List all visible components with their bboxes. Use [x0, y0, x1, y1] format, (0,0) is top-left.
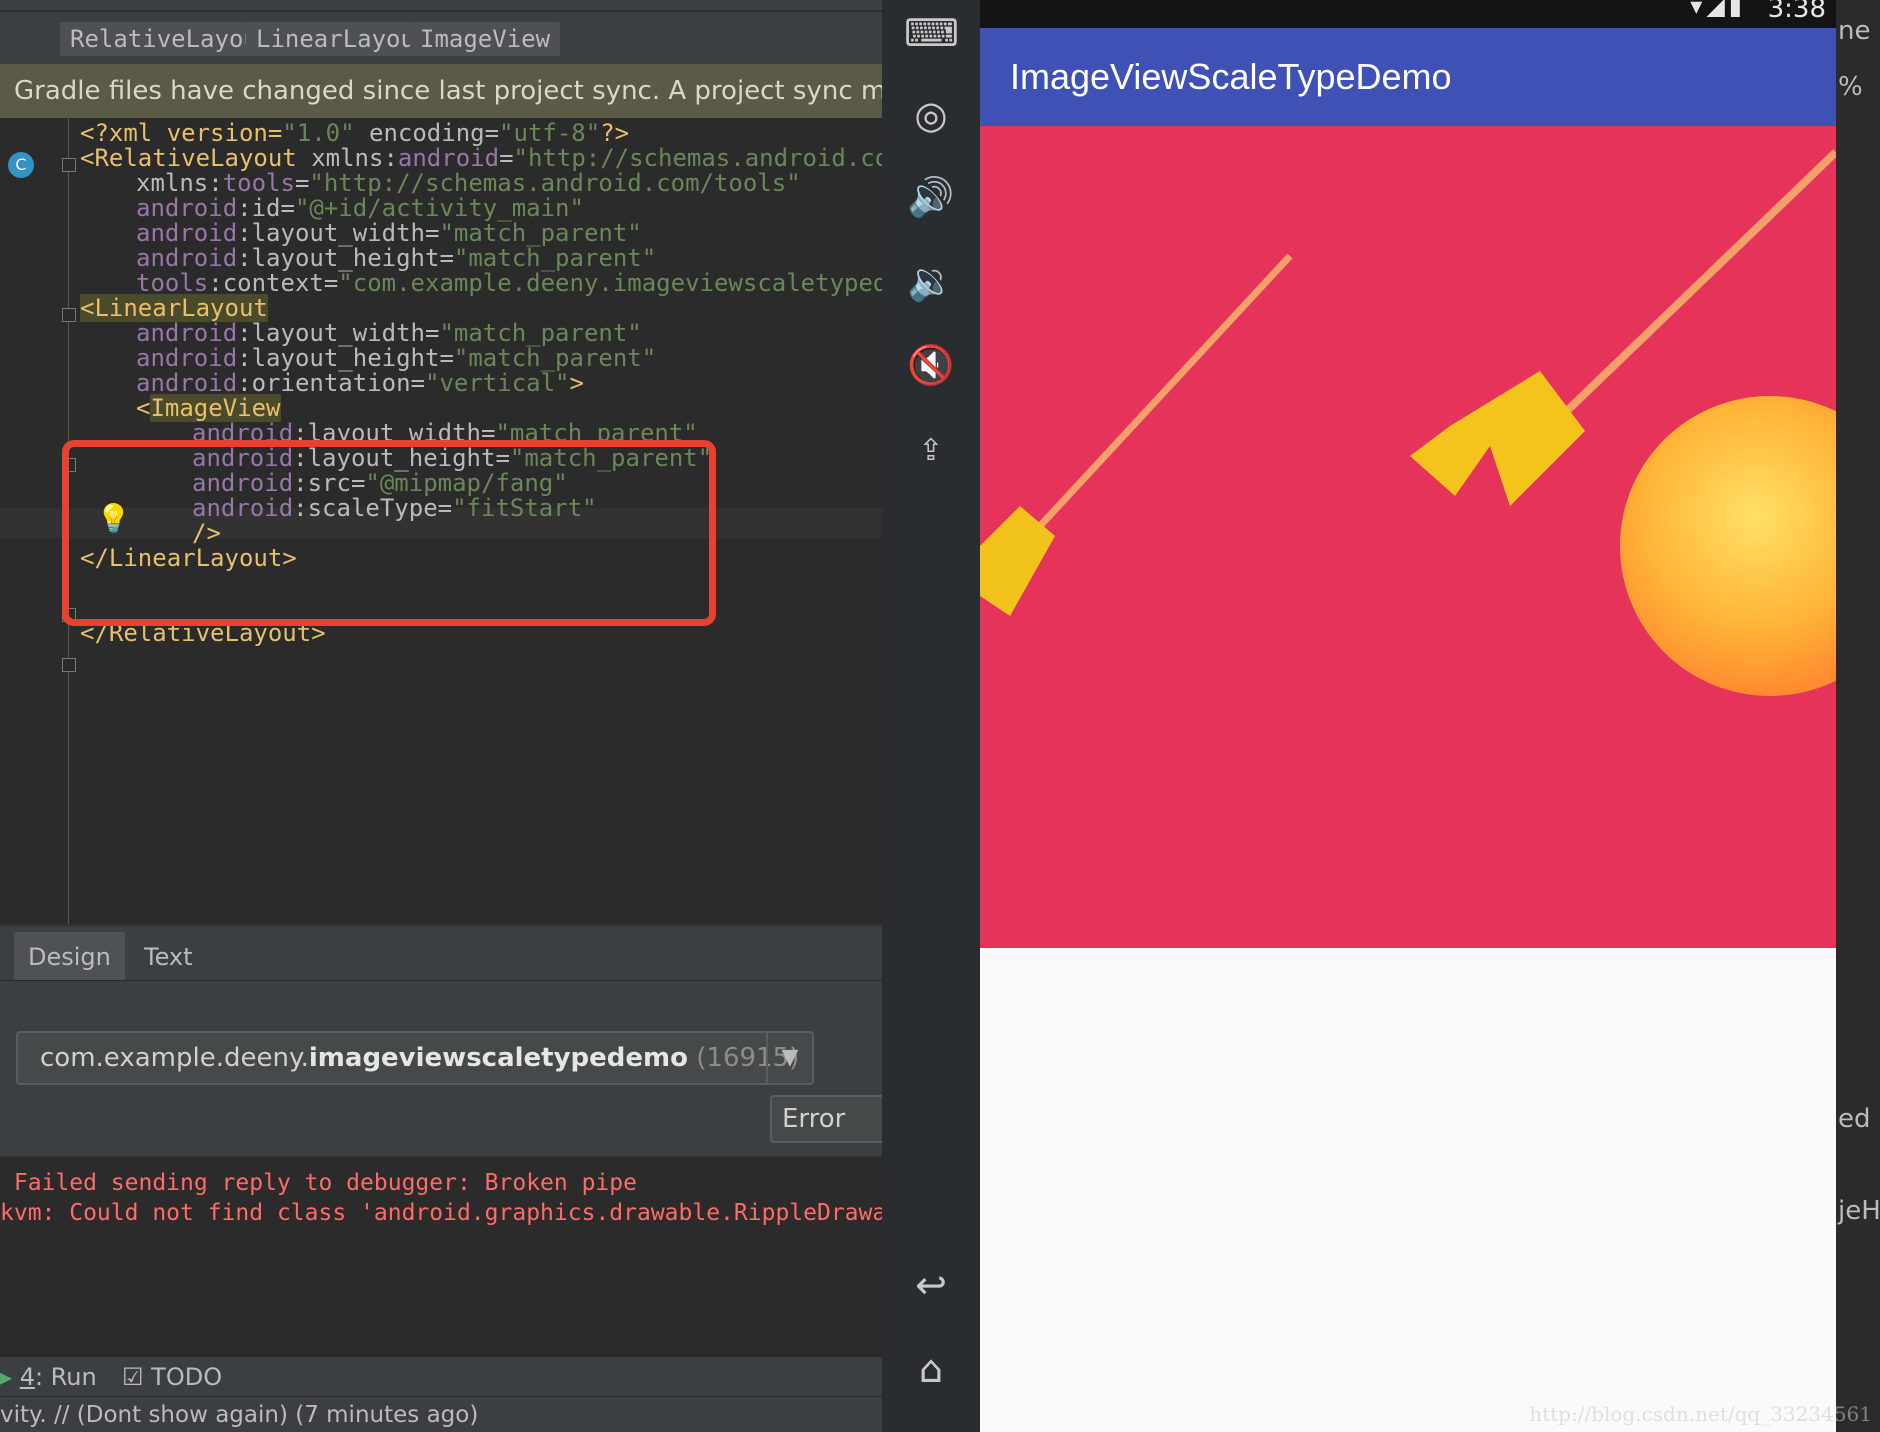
run-icon: ▸: [0, 1363, 13, 1391]
watermark: http://blog.csdn.net/qq_33234561: [1529, 1402, 1872, 1426]
process-label: com.example.deeny.imageviewscaletypedemo…: [40, 1033, 799, 1083]
volume-up-icon[interactable]: 🔊: [904, 170, 958, 224]
logcat-toolbar: com.example.deeny.imageviewscaletypedemo…: [0, 980, 882, 1157]
code-token: "vertical": [425, 369, 570, 397]
process-name: imageviewscaletypedemo: [308, 1043, 688, 1073]
log-line: kvm: Could not find class 'android.graph…: [0, 1200, 882, 1226]
process-select[interactable]: com.example.deeny.imageviewscaletypedemo…: [16, 1031, 814, 1085]
app-title: ImageViewScaleTypeDemo: [1010, 56, 1452, 97]
edge-text: ed a: [1838, 1104, 1880, 1134]
class-badge-icon: C: [8, 152, 34, 178]
keyboard-icon[interactable]: ⌨: [904, 6, 959, 60]
tab-design[interactable]: Design: [14, 932, 125, 982]
home-icon[interactable]: ⌂: [904, 1342, 958, 1396]
emulator-screen[interactable]: ▾◢▮ 3:38 ImageViewScaleTypeDemo: [980, 0, 1836, 1432]
rocket-stick-left: [1037, 253, 1293, 529]
emulator-toolbar: ⌨ ◎ 🔊 🔉 🔇 ⇪ ↩ ⌂: [882, 0, 980, 1432]
app-bar: ImageViewScaleTypeDemo: [980, 28, 1836, 126]
fold-marker-icon[interactable]: [62, 308, 76, 322]
chevron-down-icon[interactable]: ▼: [766, 1033, 812, 1083]
imageview-content: [980, 126, 1836, 948]
location-icon[interactable]: ◎: [904, 88, 958, 142]
status-bar: vity. // (Dont show again) (7 minutes ag…: [0, 1396, 882, 1432]
gradle-sync-banner[interactable]: Gradle files have changed since last pro…: [0, 64, 882, 118]
log-line: Failed sending reply to debugger: Broken…: [0, 1170, 637, 1196]
back-icon[interactable]: ↩: [904, 1258, 958, 1312]
run-label: : Run: [34, 1363, 97, 1391]
logcat-output[interactable]: Failed sending reply to debugger: Broken…: [0, 1156, 882, 1358]
todo-icon: ☑: [122, 1363, 144, 1391]
code-token: >: [569, 369, 584, 397]
log-level-select[interactable]: Error: [770, 1095, 882, 1143]
ide-right-edge: ne % ed a jeHe: [1836, 0, 1880, 1432]
bottom-tool-strip: ▸ 4: Run ☑ TODO: [0, 1356, 882, 1397]
fold-marker-icon[interactable]: [62, 158, 76, 172]
phone-status-bar: ▾◢▮ 3:38: [980, 0, 1836, 28]
breadcrumb: RelativeLayout LinearLayout ImageView: [0, 12, 882, 64]
code-token: "com.example.deeny.imageviewscaletypedem: [338, 269, 882, 297]
code-token: <: [136, 394, 151, 422]
image-illustration: [980, 149, 1836, 696]
process-prefix: com.example.deeny.: [40, 1043, 309, 1073]
edge-text: ne: [1838, 16, 1871, 46]
install-apk-icon[interactable]: ⇪: [904, 424, 958, 478]
edge-text: %: [1838, 72, 1863, 102]
breadcrumb-imageview[interactable]: ImageView: [410, 22, 561, 56]
run-tool-button[interactable]: ▸ 4: Run: [0, 1357, 97, 1397]
signal-wifi-battery-icon: ▾◢▮: [1690, 0, 1746, 20]
tab-text[interactable]: Text: [130, 932, 207, 982]
ball-shape: [1620, 396, 1836, 696]
rocket-body-right: [1410, 371, 1585, 506]
editor-mode-tabs: Design Text: [0, 924, 882, 982]
phone-clock: 3:38: [1767, 0, 1826, 24]
top-strip: [0, 0, 882, 11]
ide-editor-panel: RelativeLayout LinearLayout ImageView Gr…: [0, 0, 882, 1432]
imageview-highlight-box: [62, 440, 716, 626]
todo-label: TODO: [151, 1363, 223, 1391]
fold-marker-icon[interactable]: [62, 658, 76, 672]
mute-icon[interactable]: 🔇: [904, 338, 958, 392]
todo-tool-button[interactable]: ☑ TODO: [122, 1357, 222, 1397]
volume-down-icon[interactable]: 🔉: [904, 254, 958, 308]
edge-text: jeHe: [1838, 1196, 1880, 1226]
run-number: 4: [19, 1363, 35, 1391]
